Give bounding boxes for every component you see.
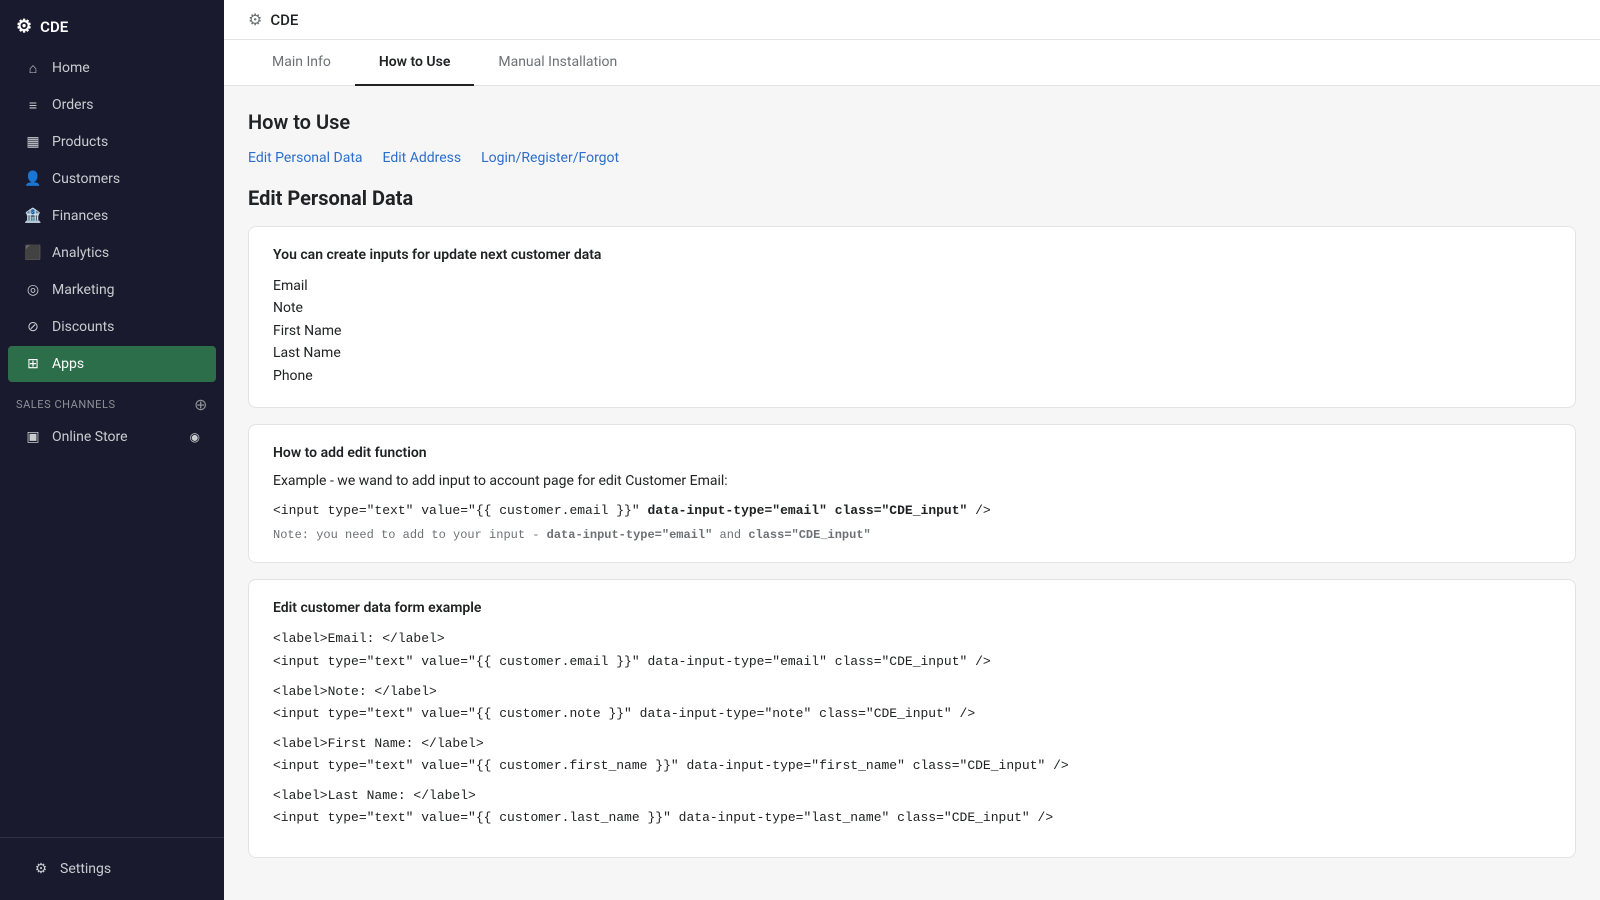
content-title: Edit Personal Data: [248, 186, 1576, 210]
sub-link-edit-address[interactable]: Edit Address: [383, 150, 462, 166]
card-form-example: Edit customer data form example <label>E…: [248, 579, 1576, 858]
code-pair: <label>First Name: </label> <input type=…: [273, 733, 1551, 777]
sidebar-item-finances[interactable]: 🏦 Finances: [8, 198, 216, 234]
card3-code-block: <label>Email: </label> <input type="text…: [273, 628, 1551, 829]
code-pair: <label>Email: </label> <input type="text…: [273, 628, 1551, 672]
sub-link-login-register-forgot[interactable]: Login/Register/Forgot: [481, 150, 619, 166]
app-title-icon: ⚙: [248, 10, 262, 29]
app-title-bar: ⚙ CDE: [224, 0, 1600, 40]
tab-how-to-use[interactable]: How to Use: [355, 40, 475, 86]
card1-field-item: Email: [273, 275, 1551, 297]
code-label: <label>Last Name: </label>: [273, 785, 1551, 807]
section-heading: How to Use: [248, 110, 1576, 134]
card3-heading: Edit customer data form example: [273, 600, 1551, 616]
sidebar-item-label: Discounts: [52, 319, 114, 335]
main-content: ⚙ CDE Main InfoHow to UseManual Installa…: [224, 0, 1600, 900]
card1-field-list: EmailNoteFirst NameLast NamePhone: [273, 275, 1551, 387]
customers-icon: 👤: [24, 170, 42, 188]
analytics-icon: ⬛: [24, 244, 42, 262]
sales-channels-section: Sales channels ⊕ ▣ Online Store ◉: [0, 383, 224, 455]
card2-note: Note: you need to add to your input - da…: [273, 528, 1551, 542]
gear-icon: ⚙: [32, 860, 50, 878]
orders-icon: ≡: [24, 96, 42, 114]
sub-link-edit-personal-data[interactable]: Edit Personal Data: [248, 150, 363, 166]
sidebar-item-discounts[interactable]: ⊘ Discounts: [8, 309, 216, 345]
finances-icon: 🏦: [24, 207, 42, 225]
sidebar-item-products[interactable]: ▦ Products: [8, 124, 216, 160]
sidebar-item-label: Finances: [52, 208, 108, 224]
sidebar-item-label: Marketing: [52, 282, 115, 298]
sidebar-item-label: Analytics: [52, 245, 109, 261]
code-label: <label>Note: </label>: [273, 681, 1551, 703]
sidebar-bottom: ⚙ Settings: [0, 837, 224, 900]
sidebar-item-label: Apps: [52, 356, 84, 372]
code-input: <input type="text" value="{{ customer.em…: [273, 651, 1551, 673]
sidebar-item-label: Orders: [52, 97, 94, 113]
sidebar-item-online-store[interactable]: ▣ Online Store ◉: [8, 419, 216, 455]
tab-main-info[interactable]: Main Info: [248, 40, 355, 86]
sidebar-item-label: Products: [52, 134, 108, 150]
discounts-icon: ⊘: [24, 318, 42, 336]
card1-heading: You can create inputs for update next cu…: [273, 247, 1551, 263]
code-pair: <label>Last Name: </label> <input type="…: [273, 785, 1551, 829]
card2-description: Example - we wand to add input to accoun…: [273, 473, 1551, 489]
sidebar-item-analytics[interactable]: ⬛ Analytics: [8, 235, 216, 271]
sub-links: Edit Personal Data Edit Address Login/Regi…: [248, 150, 1576, 166]
card1-field-item: Last Name: [273, 342, 1551, 364]
store-icon: ▣: [24, 428, 42, 446]
sidebar-item-label: Customers: [52, 171, 120, 187]
code-input: <input type="text" value="{{ customer.la…: [273, 807, 1551, 829]
logo-icon: ⚙: [16, 16, 32, 37]
sidebar-nav: ⌂ Home ≡ Orders ▦ Products 👤 Customers 🏦…: [0, 49, 224, 837]
code-pair: <label>Note: </label> <input type="text"…: [273, 681, 1551, 725]
sidebar-item-label: Settings: [60, 861, 111, 877]
sidebar-item-home[interactable]: ⌂ Home: [8, 50, 216, 86]
sidebar-channel-label: Online Store: [52, 429, 128, 445]
card1-field-item: Note: [273, 297, 1551, 319]
code-label: <label>First Name: </label>: [273, 733, 1551, 755]
card1-field-item: Phone: [273, 365, 1551, 387]
sales-channels-label: Sales channels ⊕: [0, 383, 224, 418]
card-personal-data-fields: You can create inputs for update next cu…: [248, 226, 1576, 408]
card1-field-item: First Name: [273, 320, 1551, 342]
add-sales-channel-icon[interactable]: ⊕: [194, 395, 208, 414]
content-area: How to Use Edit Personal Data Edit Addres…: [224, 86, 1600, 900]
code-input: <input type="text" value="{{ customer.fi…: [273, 755, 1551, 777]
sidebar-item-customers[interactable]: 👤 Customers: [8, 161, 216, 197]
code-input: <input type="text" value="{{ customer.no…: [273, 703, 1551, 725]
sidebar-logo: ⚙ CDE: [0, 0, 224, 49]
sidebar-item-apps[interactable]: ⊞ Apps: [8, 346, 216, 382]
apps-icon: ⊞: [24, 355, 42, 373]
top-header: ⚙ CDE Main InfoHow to UseManual Installa…: [224, 0, 1600, 86]
marketing-icon: ◎: [24, 281, 42, 299]
card2-code: <input type="text" value="{{ customer.em…: [273, 501, 1551, 521]
sidebar-item-settings[interactable]: ⚙ Settings: [16, 851, 208, 887]
sidebar-item-orders[interactable]: ≡ Orders: [8, 87, 216, 123]
products-icon: ▦: [24, 133, 42, 151]
card-how-to-add: How to add edit function Example - we wa…: [248, 424, 1576, 564]
logo-text: CDE: [40, 18, 68, 36]
sidebar-item-label: Home: [52, 60, 90, 76]
app-title-text: CDE: [270, 11, 298, 29]
eye-icon[interactable]: ◉: [190, 430, 200, 444]
code-label: <label>Email: </label>: [273, 628, 1551, 650]
sidebar: ⚙ CDE ⌂ Home ≡ Orders ▦ Products 👤 Custo…: [0, 0, 224, 900]
card2-heading: How to add edit function: [273, 445, 1551, 461]
sidebar-item-marketing[interactable]: ◎ Marketing: [8, 272, 216, 308]
tabs-bar: Main InfoHow to UseManual Installation: [224, 40, 1600, 85]
tab-manual-installation[interactable]: Manual Installation: [474, 40, 641, 86]
home-icon: ⌂: [24, 59, 42, 77]
